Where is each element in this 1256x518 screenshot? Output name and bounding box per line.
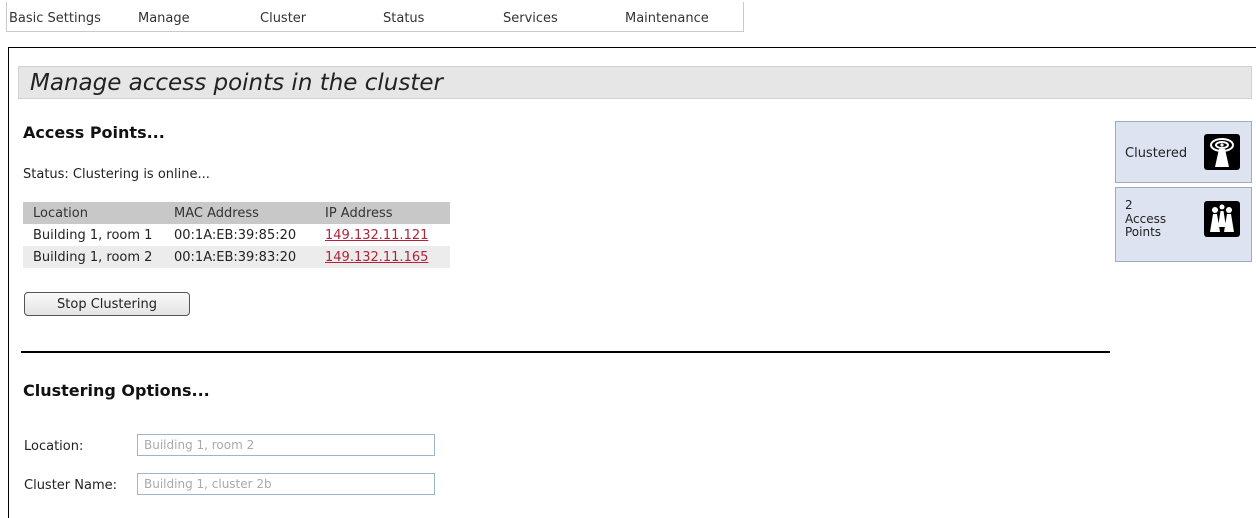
cell-location: Building 1, room 1 (33, 227, 153, 243)
access-points-table: Location MAC Address IP Address Building… (23, 202, 450, 268)
nav-item-manage[interactable]: Manage (138, 11, 190, 26)
nav-item-basic-settings[interactable]: Basic Settings (9, 11, 101, 26)
ip-link[interactable]: 149.132.11.121 (325, 228, 428, 243)
antenna-icon (1204, 134, 1240, 170)
ap-label-line2: Points (1125, 225, 1162, 239)
cluster-name-field[interactable] (137, 473, 435, 495)
nav-item-services[interactable]: Services (503, 11, 558, 26)
column-header-location: Location (23, 202, 174, 224)
nav-item-cluster[interactable]: Cluster (260, 11, 306, 26)
nav-item-status[interactable]: Status (383, 11, 424, 26)
column-header-ip: IP Address (325, 202, 450, 224)
cell-mac: 00:1A:EB:39:85:20 (174, 227, 297, 243)
clustering-options-heading: Clustering Options... (23, 381, 210, 400)
cluster-status-text: Status: Clustering is online... (23, 167, 210, 182)
table-row: Building 1, room 1 00:1A:EB:39:85:20 149… (23, 224, 450, 246)
page-title-bar: Manage access points in the cluster (18, 66, 1252, 99)
clustered-label: Clustered (1125, 146, 1188, 161)
stop-clustering-button[interactable]: Stop Clustering (24, 292, 190, 316)
clustered-status-card: Clustered (1115, 121, 1252, 183)
access-points-heading: Access Points... (23, 123, 165, 142)
cell-ip: 149.132.11.121 (325, 224, 450, 246)
ap-count: 2 (1125, 198, 1133, 212)
access-points-group-icon (1204, 201, 1240, 237)
cell-mac: 00:1A:EB:39:83:20 (174, 246, 325, 268)
top-navigation: Basic Settings Manage Cluster Status Ser… (6, 2, 744, 32)
nav-item-maintenance[interactable]: Maintenance (625, 11, 709, 26)
cell-ip: 149.132.11.165 (325, 246, 450, 268)
ip-link[interactable]: 149.132.11.165 (325, 250, 428, 265)
section-divider (21, 351, 1110, 353)
table-header-row: Location MAC Address IP Address (23, 202, 450, 224)
cell-location: Building 1, room 2 (23, 246, 174, 268)
access-points-count-card: 2 Access Points (1115, 187, 1252, 262)
location-label: Location: (24, 439, 84, 454)
table-row: Building 1, room 2 00:1A:EB:39:83:20 149… (23, 246, 450, 268)
location-field[interactable] (137, 434, 435, 456)
cluster-name-label: Cluster Name: (24, 478, 118, 493)
page-title: Manage access points in the cluster (30, 70, 443, 96)
column-header-mac: MAC Address (174, 202, 325, 224)
